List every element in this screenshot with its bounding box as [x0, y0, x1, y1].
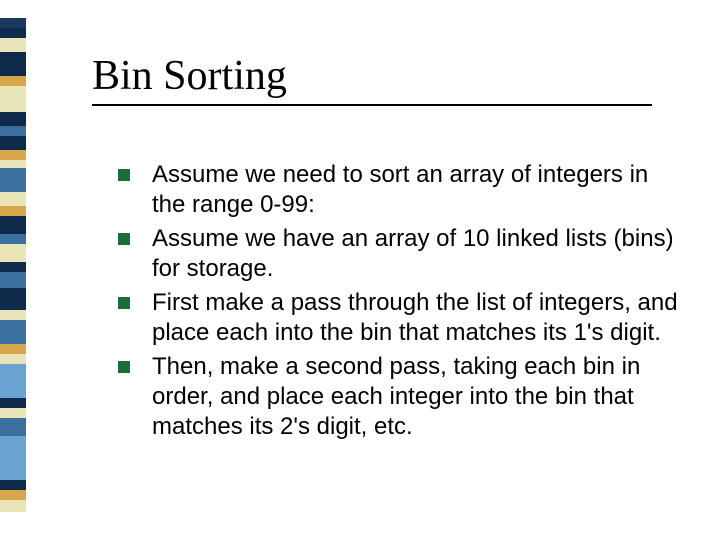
- sidebar-stripe: [0, 480, 26, 490]
- square-bullet-icon: [118, 297, 130, 309]
- sidebar-stripe: [0, 288, 26, 310]
- sidebar-stripe: [0, 168, 26, 192]
- square-bullet-icon: [118, 361, 130, 373]
- sidebar-stripe: [0, 500, 26, 512]
- sidebar-stripe: [0, 354, 26, 364]
- square-bullet-icon: [118, 233, 130, 245]
- slide: Bin Sorting Assume we need to sort an ar…: [0, 0, 720, 540]
- list-item: Assume we have an array of 10 linked lis…: [118, 224, 678, 284]
- sidebar-stripe: [0, 364, 26, 398]
- sidebar-stripe: [0, 436, 26, 480]
- sidebar-stripe: [0, 206, 26, 216]
- sidebar-stripe: [0, 310, 26, 320]
- decorative-sidebar: [0, 18, 26, 522]
- sidebar-stripe: [0, 112, 26, 126]
- list-item: First make a pass through the list of in…: [118, 288, 678, 348]
- sidebar-stripe: [0, 192, 26, 206]
- sidebar-stripe: [0, 52, 26, 68]
- sidebar-stripe: [0, 418, 26, 436]
- sidebar-stripe: [0, 38, 26, 52]
- sidebar-stripe: [0, 272, 26, 288]
- sidebar-stripe: [0, 76, 26, 86]
- sidebar-stripe: [0, 234, 26, 244]
- sidebar-stripe: [0, 490, 26, 500]
- sidebar-stripe: [0, 136, 26, 150]
- sidebar-stripe: [0, 216, 26, 234]
- square-bullet-icon: [118, 169, 130, 181]
- sidebar-stripe: [0, 28, 26, 38]
- bullet-text: Then, make a second pass, taking each bi…: [152, 353, 640, 440]
- slide-title: Bin Sorting: [92, 52, 287, 100]
- sidebar-stripe: [0, 408, 26, 418]
- sidebar-stripe: [0, 244, 26, 262]
- sidebar-stripe: [0, 398, 26, 408]
- sidebar-stripe: [0, 86, 26, 112]
- list-item: Assume we need to sort an array of integ…: [118, 160, 678, 220]
- bullet-text: Assume we need to sort an array of integ…: [152, 161, 648, 218]
- title-underline: [92, 104, 652, 106]
- sidebar-stripe: [0, 320, 26, 344]
- list-item: Then, make a second pass, taking each bi…: [118, 352, 678, 442]
- sidebar-stripe: [0, 344, 26, 354]
- sidebar-stripe: [0, 18, 26, 28]
- slide-content: Assume we need to sort an array of integ…: [118, 160, 678, 446]
- bullet-list: Assume we need to sort an array of integ…: [118, 160, 678, 442]
- sidebar-stripe: [0, 68, 26, 76]
- sidebar-stripe: [0, 160, 26, 168]
- sidebar-stripe: [0, 262, 26, 272]
- sidebar-stripe: [0, 150, 26, 160]
- bullet-text: First make a pass through the list of in…: [152, 289, 678, 346]
- bullet-text: Assume we have an array of 10 linked lis…: [152, 225, 674, 282]
- sidebar-stripe: [0, 126, 26, 136]
